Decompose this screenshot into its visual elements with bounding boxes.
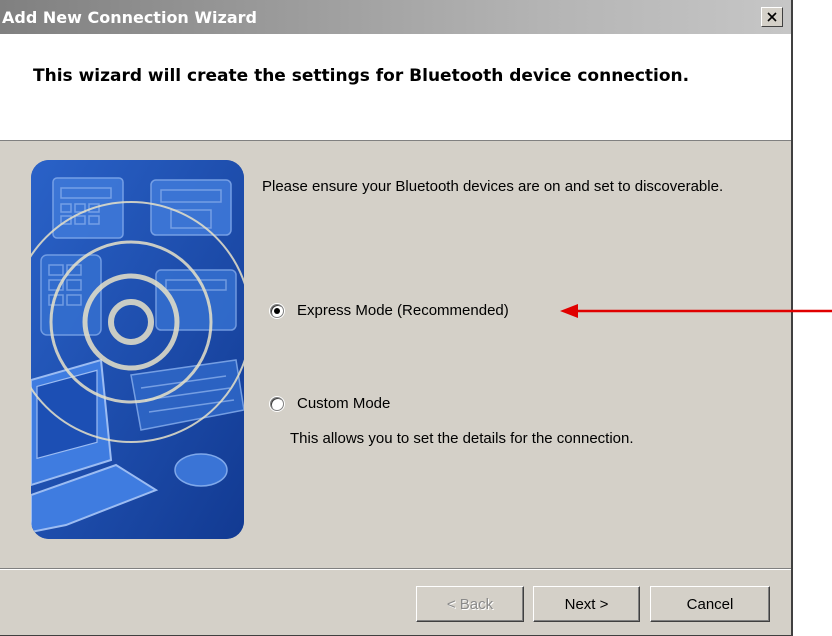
header-heading: This wizard will create the settings for… bbox=[33, 66, 690, 86]
footer-divider bbox=[0, 568, 791, 570]
custom-mode-option[interactable]: Custom Mode bbox=[270, 395, 390, 412]
close-button[interactable] bbox=[761, 7, 783, 27]
title-bar[interactable]: Add New Connection Wizard bbox=[0, 0, 791, 34]
express-mode-label[interactable]: Express Mode (Recommended) bbox=[297, 302, 509, 319]
close-icon bbox=[767, 12, 777, 22]
next-button[interactable]: Next > bbox=[533, 586, 640, 622]
wizard-header: This wizard will create the settings for… bbox=[0, 34, 791, 141]
express-mode-radio[interactable] bbox=[270, 303, 284, 318]
back-button[interactable]: < Back bbox=[416, 586, 524, 622]
express-mode-option[interactable]: Express Mode (Recommended) bbox=[270, 302, 509, 319]
wizard-illustration bbox=[31, 160, 244, 539]
office-devices-bluetooth-illustration bbox=[31, 160, 244, 539]
custom-mode-radio[interactable] bbox=[270, 396, 284, 411]
annotation-arrow-icon bbox=[560, 304, 832, 318]
intro-text: Please ensure your Bluetooth devices are… bbox=[262, 178, 724, 195]
window-title: Add New Connection Wizard bbox=[2, 8, 257, 27]
custom-mode-description: This allows you to set the details for t… bbox=[290, 430, 634, 447]
custom-mode-label[interactable]: Custom Mode bbox=[297, 395, 390, 412]
cancel-button[interactable]: Cancel bbox=[650, 586, 770, 622]
